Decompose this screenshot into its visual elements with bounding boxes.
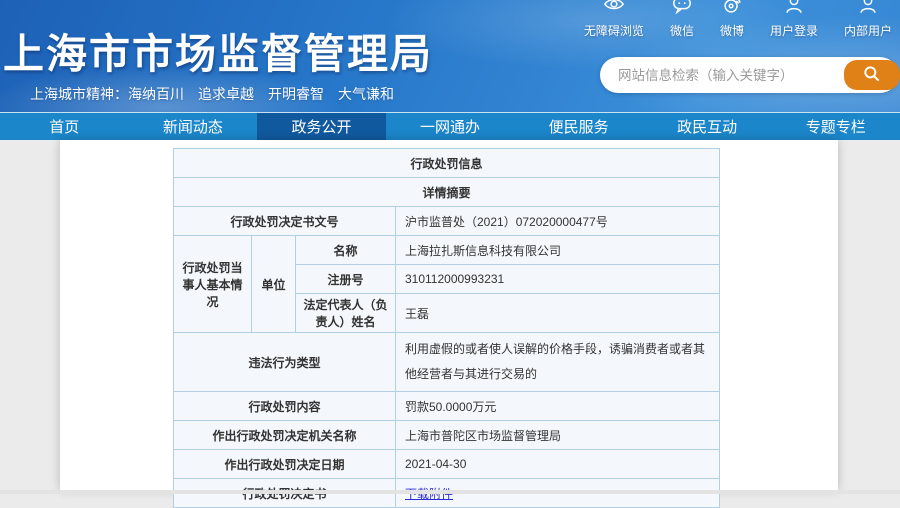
content-panel: 行政处罚信息 详情摘要 行政处罚决定书文号 沪市监普处（2021）0720200… xyxy=(60,140,838,508)
eye-icon xyxy=(602,0,626,21)
table-row: 违法行为类型 利用虚假的或者使人误解的价格手段，诱骗消费者或者其他经营者与其进行… xyxy=(173,332,721,392)
site-title: 上海市市场监督管理局 xyxy=(3,31,433,77)
page-bottom-strip xyxy=(0,490,900,494)
party-type-label: 单位 xyxy=(251,235,296,333)
user-login-link[interactable]: 用户登录 xyxy=(770,0,818,39)
accessibility-label: 无障碍浏览 xyxy=(583,24,644,38)
nav-item-home[interactable]: 首页 xyxy=(0,113,129,140)
header-quick-links: 无障碍浏览 微信 微博 用户登录 内部用户 xyxy=(584,0,892,39)
violation-type-value: 利用虚假的或者使人误解的价格手段，诱骗消费者或者其他经营者与其进行交易的 xyxy=(394,332,721,392)
weibo-link[interactable]: 微博 xyxy=(720,0,744,39)
legal-rep-label: 法定代表人（负责人）姓名 xyxy=(295,293,396,333)
penalty-content-label: 行政处罚内容 xyxy=(173,391,396,421)
main-nav: 首页 新闻动态 政务公开 一网通办 便民服务 政民互动 专题专栏 xyxy=(0,112,900,140)
search-icon xyxy=(862,64,882,87)
nav-item-news[interactable]: 新闻动态 xyxy=(129,113,258,140)
table-row: 作出行政处罚决定日期 2021-04-30 xyxy=(173,449,721,479)
name-label: 名称 xyxy=(295,235,396,265)
nav-item-online-services[interactable]: 一网通办 xyxy=(386,113,515,140)
wechat-label: 微信 xyxy=(669,24,694,38)
search-button[interactable] xyxy=(844,60,900,90)
penalty-content-value: 罚款50.0000万元 xyxy=(394,391,721,421)
decision-date-label: 作出行政处罚决定日期 xyxy=(173,449,396,479)
nav-item-public-services[interactable]: 便民服务 xyxy=(514,113,643,140)
violation-type-label: 违法行为类型 xyxy=(173,332,396,392)
reg-no-value: 310112000993231 xyxy=(394,264,721,294)
legal-rep-value: 王磊 xyxy=(394,293,721,333)
site-search xyxy=(600,57,900,93)
table-row: 作出行政处罚决定机关名称 上海市普陀区市场监督管理局 xyxy=(173,420,721,450)
reg-no-label: 注册号 xyxy=(295,264,396,294)
site-header: 无障碍浏览 微信 微博 用户登录 内部用户 上海市市场监督管理局 上海城市精神：… xyxy=(0,0,900,112)
table-subtitle: 详情摘要 xyxy=(172,177,721,207)
table-row: 行政处罚当事人基本情况 单位 名称 上海拉扎斯信息科技有限公司 xyxy=(173,235,721,333)
weibo-icon xyxy=(720,0,744,21)
weibo-label: 微博 xyxy=(719,24,744,38)
party-section-label: 行政处罚当事人基本情况 xyxy=(173,235,252,333)
table-row: 行政处罚内容 罚款50.0000万元 xyxy=(173,391,721,421)
user-login-label: 用户登录 xyxy=(769,24,818,38)
decision-date-value: 2021-04-30 xyxy=(394,449,721,479)
doc-no-label: 行政处罚决定书文号 xyxy=(173,206,396,236)
nav-item-interaction[interactable]: 政民互动 xyxy=(643,113,772,140)
penalty-info-table: 行政处罚信息 详情摘要 行政处罚决定书文号 沪市监普处（2021）0720200… xyxy=(172,148,721,508)
authority-value: 上海市普陀区市场监督管理局 xyxy=(394,420,721,450)
table-title: 行政处罚信息 xyxy=(172,148,721,178)
search-input[interactable] xyxy=(600,57,848,93)
nav-item-special-topics[interactable]: 专题专栏 xyxy=(771,113,900,140)
site-tagline: 上海城市精神：海纳百川 追求卓越 开明睿智 大气谦和 xyxy=(30,86,394,102)
user-login-icon xyxy=(782,0,806,21)
accessibility-link[interactable]: 无障碍浏览 xyxy=(584,0,644,39)
internal-user-link[interactable]: 内部用户 xyxy=(844,0,892,39)
wechat-link[interactable]: 微信 xyxy=(670,0,694,39)
table-row: 行政处罚信息 xyxy=(172,148,721,178)
wechat-icon xyxy=(670,0,694,21)
name-value: 上海拉扎斯信息科技有限公司 xyxy=(394,235,721,265)
nav-item-gov-disclosure[interactable]: 政务公开 xyxy=(257,113,386,140)
table-row: 行政处罚决定书文号 沪市监普处（2021）072020000477号 xyxy=(173,206,721,236)
doc-no-value: 沪市监普处（2021）072020000477号 xyxy=(394,206,721,236)
internal-user-label: 内部用户 xyxy=(843,24,892,38)
authority-label: 作出行政处罚决定机关名称 xyxy=(173,420,396,450)
internal-user-icon xyxy=(856,0,880,21)
table-row: 详情摘要 xyxy=(172,177,721,207)
